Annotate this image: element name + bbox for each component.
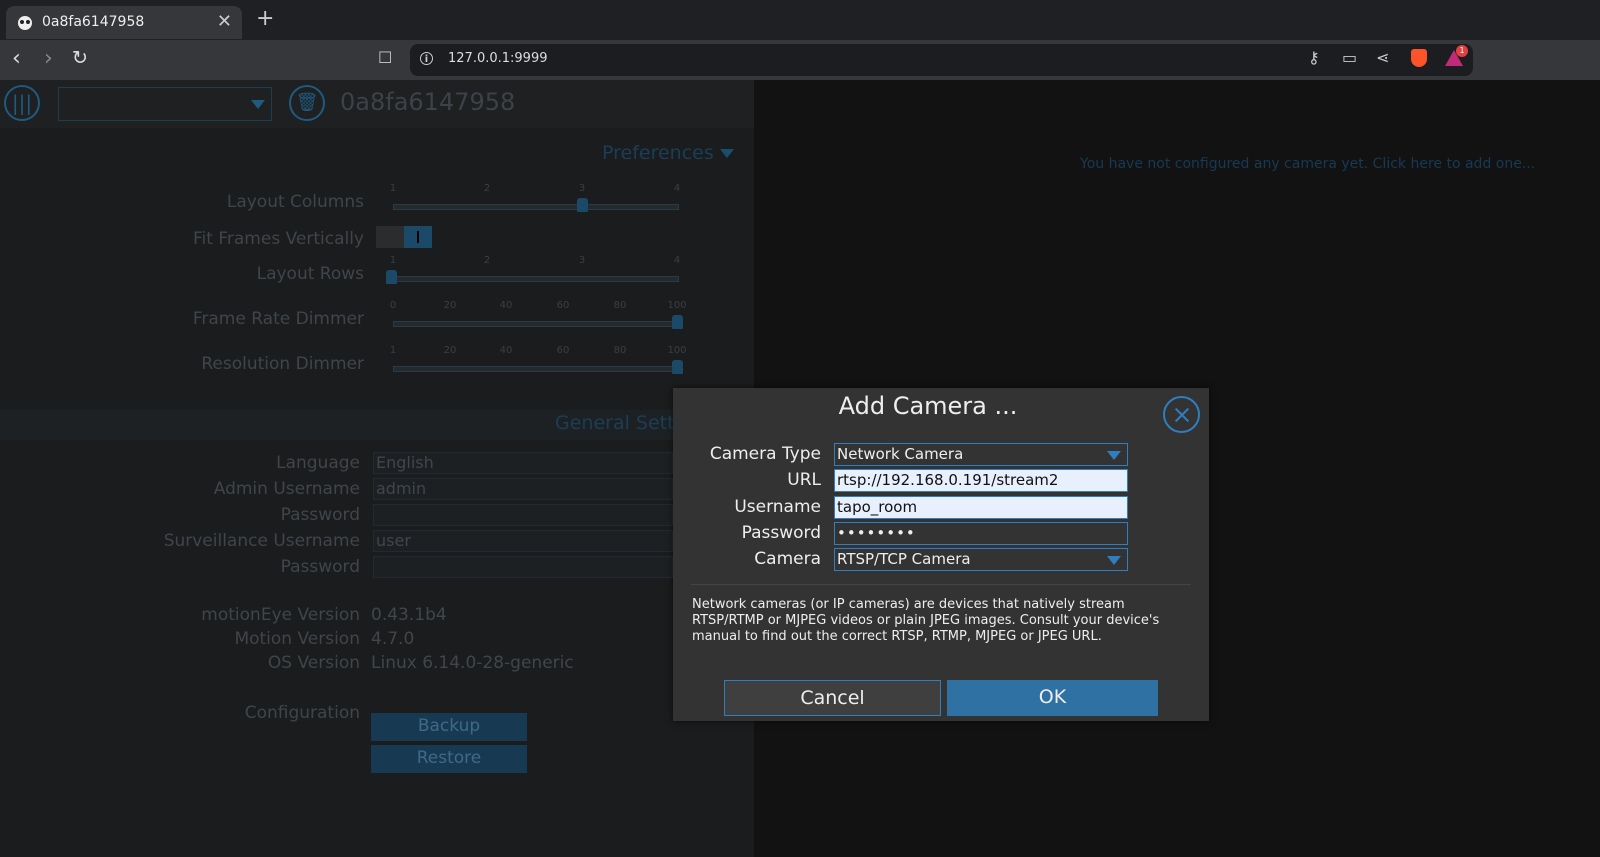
password-label: Password — [741, 523, 821, 543]
os-version-label: OS Version — [267, 653, 360, 673]
trash-icon[interactable]: 🗑 — [289, 85, 325, 121]
url-text[interactable]: 127.0.0.1:9999 — [448, 51, 548, 66]
layout-columns-label: Layout Columns — [226, 192, 364, 212]
page-title: 0a8fa6147958 — [340, 88, 516, 116]
back-icon[interactable]: ‹ — [12, 46, 21, 71]
motion-version-value: 4.7.0 — [371, 629, 415, 649]
close-icon[interactable] — [1163, 396, 1200, 433]
fit-frames-label: Fit Frames Vertically — [193, 229, 364, 249]
camera-type-value: Network Camera — [837, 445, 964, 463]
browser-tab[interactable]: 0a8fa6147958 ✕ — [6, 6, 242, 39]
bookmark-icon[interactable]: ☐ — [378, 48, 392, 67]
rewards-badge: 1 — [1456, 45, 1468, 57]
reload-icon[interactable]: ↻ — [72, 47, 88, 69]
add-camera-dialog: Add Camera ... Camera Type Network Camer… — [673, 388, 1209, 721]
restore-button[interactable]: Restore — [371, 745, 527, 773]
admin-password-label: Password — [280, 505, 360, 525]
browser-toolbar: ‹ › ↻ ☐ i 127.0.0.1:9999 ⚷ ▭ ⋖ 1 — [0, 40, 1600, 80]
chevron-down-icon — [251, 100, 265, 109]
new-tab-button[interactable]: + — [256, 6, 274, 31]
key-icon[interactable]: ⚷ — [1308, 48, 1320, 67]
browser-tab-bar: 0a8fa6147958 ✕ + — [0, 0, 1600, 40]
toggle-knob — [404, 226, 432, 248]
camera-select-dialog[interactable]: RTSP/TCP Camera — [834, 548, 1128, 571]
motion-version-label: Motion Version — [234, 629, 360, 649]
layout-columns-slider[interactable] — [393, 204, 679, 210]
add-camera-link[interactable]: You have not configured any camera yet. … — [1080, 156, 1535, 172]
preferences-section-title[interactable]: Preferences — [602, 142, 734, 164]
resolution-slider[interactable] — [393, 366, 679, 372]
admin-password-field[interactable] — [373, 504, 673, 526]
share-icon[interactable]: ⋖ — [1376, 48, 1389, 67]
motioneye-version-label: motionEye Version — [201, 605, 360, 625]
dialog-title: Add Camera ... — [838, 392, 1018, 420]
cast-icon[interactable]: ▭ — [1342, 48, 1357, 67]
camera-select[interactable] — [58, 87, 272, 121]
backup-button[interactable]: Backup — [371, 713, 527, 741]
configuration-label: Configuration — [244, 703, 360, 723]
settings-panel: ||| 🗑 0a8fa6147958 Preferences Layout Co… — [0, 80, 754, 857]
camera-label: Camera — [754, 549, 821, 569]
surveillance-username-label: Surveillance Username — [163, 531, 360, 551]
tab-close-icon[interactable]: ✕ — [217, 11, 232, 32]
surveillance-username-field[interactable]: user — [373, 530, 673, 552]
chevron-down-icon — [1107, 556, 1121, 565]
general-settings-bar[interactable]: General Sett — [0, 410, 754, 440]
resolution-dimmer-label: Resolution Dimmer — [201, 354, 364, 374]
fit-frames-toggle[interactable] — [376, 226, 432, 248]
url-input[interactable]: rtsp://192.168.0.191/stream2 — [834, 469, 1128, 492]
camera-type-select[interactable]: Network Camera — [834, 443, 1128, 466]
surveillance-password-field[interactable] — [373, 556, 673, 578]
os-version-value: Linux 6.14.0-28-generic — [371, 653, 574, 673]
layout-rows-label: Layout Rows — [256, 264, 364, 284]
layout-rows-slider[interactable] — [393, 276, 679, 282]
username-input[interactable]: tapo_room — [834, 496, 1128, 519]
menu-icon[interactable]: ||| — [4, 85, 40, 121]
settings-header: ||| 🗑 0a8fa6147958 — [0, 80, 754, 128]
cancel-button[interactable]: Cancel — [724, 680, 941, 716]
admin-username-label: Admin Username — [213, 479, 360, 499]
general-settings-title: General Sett — [555, 412, 675, 434]
language-label: Language — [276, 453, 360, 473]
admin-username-field[interactable]: admin — [373, 478, 673, 500]
layout-columns-handle[interactable] — [577, 198, 588, 212]
url-label: URL — [787, 470, 821, 490]
preferences-title: Preferences — [602, 142, 714, 164]
chevron-down-icon — [719, 149, 734, 158]
password-input[interactable]: •••••••• — [834, 522, 1128, 545]
username-label: Username — [734, 497, 821, 517]
camera-type-description: Network cameras (or IP cameras) are devi… — [692, 597, 1160, 644]
motioneye-version-value: 0.43.1b4 — [371, 605, 447, 625]
chevron-down-icon — [1107, 451, 1121, 460]
dialog-divider — [691, 584, 1191, 585]
layout-rows-handle[interactable] — [386, 270, 397, 284]
resolution-handle[interactable] — [672, 360, 683, 374]
surveillance-password-label: Password — [280, 557, 360, 577]
forward-icon[interactable]: › — [44, 46, 53, 71]
camera-type-label: Camera Type — [709, 444, 821, 464]
language-select[interactable]: English — [373, 452, 673, 474]
brave-shields-icon[interactable] — [1411, 49, 1427, 67]
camera-value: RTSP/TCP Camera — [837, 550, 971, 568]
site-info-icon[interactable]: i — [420, 52, 433, 65]
frame-rate-slider[interactable] — [393, 321, 679, 327]
frame-rate-handle[interactable] — [672, 315, 683, 329]
tab-title: 0a8fa6147958 — [42, 14, 145, 30]
motioneye-favicon-icon — [18, 16, 32, 30]
ok-button[interactable]: OK — [947, 680, 1158, 716]
frame-rate-dimmer-label: Frame Rate Dimmer — [192, 309, 364, 329]
